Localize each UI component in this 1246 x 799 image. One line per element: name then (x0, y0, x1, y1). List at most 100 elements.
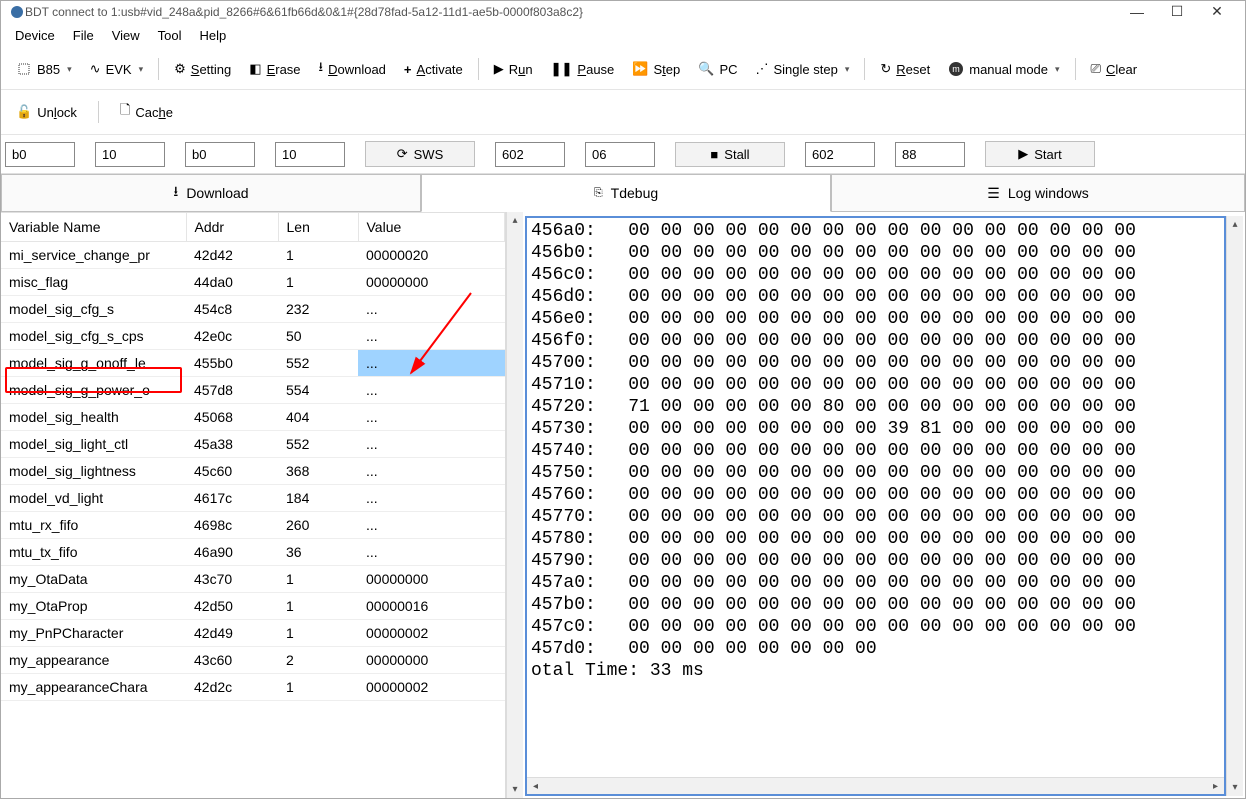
menu-help[interactable]: Help (192, 24, 235, 47)
toolbar-secondary: 🔓 Unlock 🗋 Cache (1, 90, 1245, 135)
addr3-input[interactable] (495, 142, 565, 167)
addr1-input[interactable] (5, 142, 75, 167)
evk-select[interactable]: ∿ EVK▾ (81, 57, 152, 82)
start-button[interactable]: ▶ Start (985, 141, 1095, 167)
table-row[interactable]: model_sig_light_ctl45a38552... (1, 431, 505, 458)
cell-addr: 4617c (186, 485, 278, 512)
cell-value: ... (358, 404, 505, 431)
len2-input[interactable] (275, 142, 345, 167)
pc-button[interactable]: 🔍 PC (689, 56, 746, 82)
clear-button[interactable]: ⎚ Clear (1082, 56, 1146, 82)
cell-value: 00000016 (358, 593, 505, 620)
addr4-input[interactable] (805, 142, 875, 167)
table-row[interactable]: model_sig_health45068404... (1, 404, 505, 431)
download-button[interactable]: ⭳ Download (310, 53, 395, 85)
chip-select[interactable]: B85▾ (7, 56, 81, 82)
table-row[interactable]: my_PnPCharacter42d49100000002 (1, 620, 505, 647)
len1-input[interactable] (95, 142, 165, 167)
setting-button[interactable]: ⚙ Setting (165, 56, 240, 82)
search-icon: 🔍 (698, 61, 714, 77)
debug-icon: ⎘ (594, 187, 603, 200)
menu-tool[interactable]: Tool (150, 24, 190, 47)
cell-addr: 43c70 (186, 566, 278, 593)
reset-button[interactable]: ↻ Reset (871, 56, 939, 82)
cell-addr: 44da0 (186, 269, 278, 296)
step-button[interactable]: ⏩ Step (623, 56, 689, 82)
menu-device[interactable]: Device (7, 24, 63, 47)
table-row[interactable]: my_appearance43c60200000000 (1, 647, 505, 674)
table-row[interactable]: model_sig_cfg_s_cps42e0c50... (1, 323, 505, 350)
table-row[interactable]: my_appearanceChara42d2c100000002 (1, 674, 505, 701)
hex-panel: 456a0: 00 00 00 00 00 00 00 00 00 00 00 … (523, 212, 1245, 798)
table-row[interactable]: mi_service_change_pr42d42100000020 (1, 242, 505, 269)
variable-table: Variable Name Addr Len Value mi_service_… (1, 213, 505, 701)
minimize-button[interactable]: — (1117, 4, 1157, 20)
col-addr[interactable]: Addr (186, 213, 278, 242)
close-button[interactable]: ✕ (1197, 3, 1237, 20)
toolbar-main: B85▾ ∿ EVK▾ ⚙ Setting ◧ Erase ⭳ Download… (1, 49, 1245, 90)
table-row[interactable]: mtu_rx_fifo4698c260... (1, 512, 505, 539)
cell-len: 50 (278, 323, 358, 350)
cell-len: 1 (278, 674, 358, 701)
left-vscroll[interactable]: ▴ ▾ (506, 212, 523, 798)
table-row[interactable]: model_sig_g_power_o457d8554... (1, 377, 505, 404)
app-window: BDT connect to 1:usb#vid_248a&pid_8266#6… (0, 0, 1246, 799)
cell-name: my_OtaProp (1, 593, 186, 620)
table-row[interactable]: mtu_tx_fifo46a9036... (1, 539, 505, 566)
len3-input[interactable] (585, 142, 655, 167)
toolbar-params: ⟳ SWS ■ Stall ▶ Start (1, 135, 1245, 174)
cell-name: model_sig_health (1, 404, 186, 431)
hex-vscroll[interactable]: ▴ ▾ (1226, 216, 1243, 796)
cell-value: 00000000 (358, 647, 505, 674)
pause-button[interactable]: ❚❚ Pause (542, 56, 624, 82)
table-row[interactable]: misc_flag44da0100000000 (1, 269, 505, 296)
cell-addr: 42d50 (186, 593, 278, 620)
cell-addr: 455b0 (186, 350, 278, 377)
table-row[interactable]: model_vd_light4617c184... (1, 485, 505, 512)
cell-len: 1 (278, 269, 358, 296)
mode-icon: m (948, 61, 964, 77)
addr2-input[interactable] (185, 142, 255, 167)
download-icon: ⭳ (173, 181, 178, 205)
table-row[interactable]: model_sig_cfg_s454c8232... (1, 296, 505, 323)
cell-addr: 42d2c (186, 674, 278, 701)
erase-button[interactable]: ◧ Erase (240, 56, 309, 82)
menu-view[interactable]: View (104, 24, 148, 47)
col-value[interactable]: Value (358, 213, 505, 242)
stall-button[interactable]: ■ Stall (675, 142, 785, 167)
hex-hscroll[interactable]: ◂▸ (527, 777, 1224, 794)
cell-name: mi_service_change_pr (1, 242, 186, 269)
cache-button[interactable]: 🗋 Cache (111, 96, 182, 128)
single-step-button[interactable]: ⋰ Single step▾ (747, 56, 859, 82)
plus-icon: + (404, 62, 412, 77)
svg-text:m: m (952, 64, 960, 74)
cell-len: 1 (278, 593, 358, 620)
run-button[interactable]: ▶ Run (485, 56, 542, 82)
table-row[interactable]: my_OtaData43c70100000000 (1, 566, 505, 593)
unlock-button[interactable]: 🔓 Unlock (7, 99, 86, 125)
variables-panel: Variable Name Addr Len Value mi_service_… (1, 212, 506, 798)
col-name[interactable]: Variable Name (1, 213, 186, 242)
hex-view[interactable]: 456a0: 00 00 00 00 00 00 00 00 00 00 00 … (525, 216, 1226, 796)
tab-tdebug[interactable]: ⎘ Tdebug (421, 174, 831, 212)
stop-icon: ■ (710, 147, 718, 162)
eraser-icon: ◧ (249, 61, 261, 77)
table-row[interactable]: my_OtaProp42d50100000016 (1, 593, 505, 620)
len4-input[interactable] (895, 142, 965, 167)
unlock-icon: 🔓 (16, 104, 32, 120)
cell-value: ... (358, 431, 505, 458)
manual-mode-button[interactable]: m manual mode▾ (939, 56, 1068, 82)
cell-name: mtu_rx_fifo (1, 512, 186, 539)
content-area: Variable Name Addr Len Value mi_service_… (1, 212, 1245, 798)
sws-button[interactable]: ⟳ SWS (365, 141, 475, 167)
col-len[interactable]: Len (278, 213, 358, 242)
menu-file[interactable]: File (65, 24, 102, 47)
tab-download[interactable]: ⭳ Download (1, 174, 421, 212)
maximize-button[interactable]: ☐ (1157, 3, 1197, 20)
table-row[interactable]: model_sig_lightness45c60368... (1, 458, 505, 485)
play-icon: ▶ (1018, 146, 1028, 162)
activate-button[interactable]: + Activate (395, 57, 472, 82)
tab-log[interactable]: ☰ Log windows (831, 174, 1245, 212)
table-row[interactable]: model_sig_g_onoff_le455b0552... (1, 350, 505, 377)
cell-len: 1 (278, 242, 358, 269)
